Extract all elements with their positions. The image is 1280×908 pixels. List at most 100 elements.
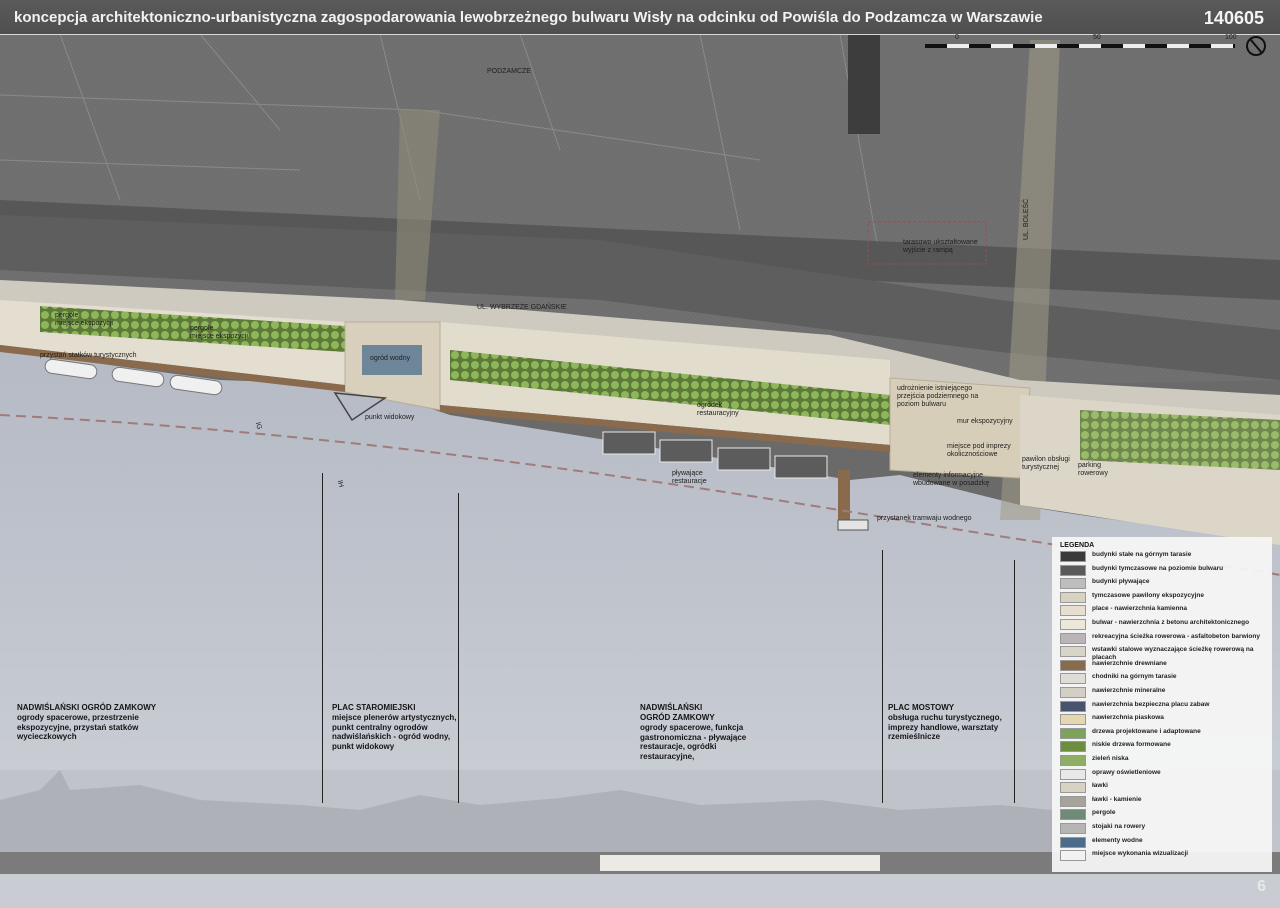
scale-label-50: 50 (1093, 34, 1101, 41)
label-mur: mur ekspozycyjny (957, 418, 1013, 425)
legend-panel: LEGENDA budynki stałe na górnym tarasie b… (1052, 537, 1272, 872)
legend-label: chodniki na górnym tarasie (1092, 673, 1177, 681)
legend-item: ławki - kamienie (1060, 795, 1270, 808)
legend-swatch (1060, 714, 1086, 726)
legend-label: nawierzchnia piaskowa (1092, 714, 1164, 722)
label-bolesc: UL. BOLEŚĆ (1023, 198, 1030, 240)
legend-item: drzewa projektowane i adaptowane (1060, 727, 1270, 740)
scale-label-100: 100 (1225, 34, 1237, 41)
legend-item: nawierzchnia bezpieczna placu zabaw (1060, 700, 1270, 713)
legend-swatch (1060, 700, 1086, 712)
label-parking: parking rowerowy (1078, 462, 1108, 477)
elevation-strip-2 (600, 855, 880, 871)
legend-label: miejsce wykonania wizualizacji (1092, 850, 1189, 858)
legend-label: nawierzchnie mineralne (1092, 687, 1166, 694)
legend-swatch (1060, 564, 1086, 576)
scale-bar (925, 44, 1235, 48)
legend-label: stojaki na rowery (1092, 823, 1146, 830)
legend-item: oprawy oświetleniowe (1060, 768, 1270, 781)
label-tarasowo: tarasowo ukształtowane wyjście z rampą (903, 239, 978, 254)
legend-item: rekreacyjna ścieżka rowerowa - asfaltobe… (1060, 632, 1270, 645)
label-imprezy: miejsce pod imprezy okolicznościowe (947, 443, 1011, 458)
legend-swatch (1060, 591, 1086, 603)
zone-4-desc: obsługa ruchu turystycznego, imprezy han… (888, 713, 1002, 741)
legend-label: place - nawierzchnia kamienna (1092, 605, 1188, 613)
scale-label-0: 0 (955, 34, 959, 41)
legend-swatch (1060, 578, 1086, 590)
legend-item: zieleń niska (1060, 755, 1270, 767)
legend-item: nawierzchnie mineralne (1060, 687, 1270, 699)
legend-label: tymczasowe pawilony ekspozycyjne (1092, 591, 1204, 599)
legend-item: elementy wodne (1060, 836, 1270, 849)
legend-swatch (1060, 836, 1086, 848)
zone-divider-4 (1014, 560, 1015, 803)
page-number: 6 (1257, 878, 1266, 895)
legend-item: budynki stałe na górnym tarasie (1060, 551, 1270, 563)
legend-item: miejsce wykonania wizualizacji (1060, 850, 1270, 862)
legend-item: wstawki stalowe wyznaczające ścieżkę row… (1060, 646, 1270, 661)
legend-swatch (1060, 809, 1086, 821)
zone-divider-2 (458, 493, 459, 803)
legend-swatch (1060, 741, 1086, 753)
legend-label: drzewa projektowane i adaptowane (1092, 727, 1201, 735)
legend-swatch (1060, 605, 1086, 617)
plan-title: koncepcja architektoniczno-urbanistyczna… (14, 9, 1043, 26)
legend-title: LEGENDA (1060, 542, 1095, 549)
legend-item: tymczasowe pawilony ekspozycyjne (1060, 591, 1270, 604)
legend-swatch (1060, 850, 1086, 862)
zone-1-desc: ogrody spacerowe, przestrzenie ekspozycy… (17, 713, 139, 741)
zone-1-title: NADWIŚLAŃSKI OGRÓD ZAMKOWY (17, 703, 157, 712)
zone-divider-1 (322, 473, 323, 803)
north-arrow-icon (1246, 36, 1266, 56)
legend-item: nawierzchnie drewniane (1060, 659, 1270, 672)
label-tramwaj: przystanek tramwaju wodnego (877, 515, 972, 522)
label-pawilon: pawilon obsługi turystycznej (1022, 456, 1070, 471)
legend-swatch (1060, 755, 1086, 766)
legend-label: budynki pływające (1092, 578, 1150, 586)
label-pergole-2: pergole miejsce ekspozycji (190, 325, 248, 340)
legend-swatch (1060, 673, 1086, 685)
label-ogrodek: ogródek restauracyjny (697, 402, 739, 417)
legend-item: budynki tymczasowe na poziomie bulwaru (1060, 564, 1270, 577)
legend-label: oprawy oświetleniowe (1092, 768, 1161, 776)
zone-3-desc: ogrody spacerowe, funkcja gastronomiczna… (640, 723, 747, 761)
label-przystan: przystań statków turystycznych (40, 352, 137, 359)
label-ogrod-wodny: ogród wodny (370, 355, 411, 362)
legend-item: niskie drzewa formowane (1060, 741, 1270, 753)
legend-swatch (1060, 551, 1086, 562)
legend-label: elementy wodne (1092, 836, 1143, 844)
legend-label: nawierzchnie drewniane (1092, 659, 1167, 667)
legend-label: bulwar - nawierzchnia z betonu architekt… (1092, 619, 1250, 626)
trees-right (1080, 410, 1280, 470)
legend-label: nawierzchnia bezpieczna placu zabaw (1092, 700, 1210, 708)
legend-label: niskie drzewa formowane (1092, 741, 1171, 749)
legend-item: place - nawierzchnia kamienna (1060, 605, 1270, 617)
legend-label: rekreacyjna ścieżka rowerowa - asfaltobe… (1092, 632, 1260, 640)
legend-label: budynki stałe na górnym tarasie (1092, 551, 1192, 558)
legend-swatch (1060, 659, 1086, 671)
legend-swatch (1060, 795, 1086, 807)
label-plywajace: pływające restauracje (672, 470, 707, 485)
header-bar: koncepcja architektoniczno-urbanistyczna… (0, 0, 1280, 35)
label-wybrzeze: UL. WYBRZEŻE GDAŃSKIE (477, 304, 567, 311)
legend-swatch (1060, 619, 1086, 630)
legend-label: budynki tymczasowe na poziomie bulwaru (1092, 564, 1224, 572)
legend-item: budynki pływające (1060, 578, 1270, 590)
legend-label: pergole (1092, 809, 1116, 817)
legend-label: zieleń niska (1092, 755, 1129, 762)
tram-stop (837, 519, 869, 531)
zone-4-title: PLAC MOSTOWY (888, 703, 955, 712)
legend-swatch (1060, 646, 1086, 658)
zone-divider-3 (882, 550, 883, 803)
label-pergole-1: pergole miejsce ekspozycji (55, 312, 113, 327)
legend-item: bulwar - nawierzchnia z betonu architekt… (1060, 619, 1270, 631)
legend-swatch (1060, 727, 1086, 739)
plate-number: 140605 (1203, 8, 1264, 28)
legend-item: ławki (1060, 782, 1270, 794)
legend-item: chodniki na górnym tarasie (1060, 673, 1270, 685)
legend-label: ławki - kamienie (1092, 795, 1142, 803)
legend-label: ławki (1092, 782, 1108, 790)
legend-item: stojaki na rowery (1060, 823, 1270, 835)
label-elementy: elementy informacyjne wbudowane w posadz… (913, 472, 990, 487)
legend-swatch (1060, 632, 1086, 644)
